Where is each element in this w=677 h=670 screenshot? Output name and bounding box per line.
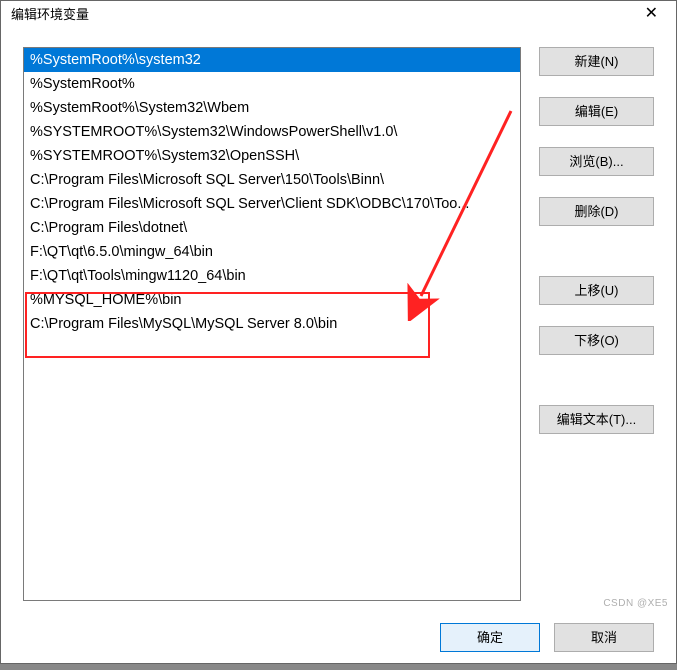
new-button[interactable]: 新建(N): [539, 47, 654, 76]
env-var-dialog: 编辑环境变量 ✕ %SystemRoot%\system32 %SystemRo…: [0, 0, 677, 664]
list-item[interactable]: %SystemRoot%\System32\Wbem: [24, 96, 520, 120]
list-item[interactable]: F:\QT\qt\Tools\mingw1120_64\bin: [24, 264, 520, 288]
cancel-button[interactable]: 取消: [554, 623, 654, 652]
dialog-title: 编辑环境变量: [11, 4, 89, 23]
list-item[interactable]: %SYSTEMROOT%\System32\WindowsPowerShell\…: [24, 120, 520, 144]
dialog-footer: 确定 取消: [1, 611, 676, 670]
list-item[interactable]: C:\Program Files\dotnet\: [24, 216, 520, 240]
move-up-button[interactable]: 上移(U): [539, 276, 654, 305]
list-item[interactable]: C:\Program Files\MySQL\MySQL Server 8.0\…: [24, 312, 520, 336]
list-item[interactable]: F:\QT\qt\6.5.0\mingw_64\bin: [24, 240, 520, 264]
path-listbox[interactable]: %SystemRoot%\system32 %SystemRoot% %Syst…: [23, 47, 521, 601]
move-down-button[interactable]: 下移(O): [539, 326, 654, 355]
watermark: CSDN @XE5: [603, 598, 668, 609]
close-icon[interactable]: ✕: [637, 1, 666, 25]
browse-button[interactable]: 浏览(B)...: [539, 147, 654, 176]
dialog-content: %SystemRoot%\system32 %SystemRoot% %Syst…: [1, 25, 676, 611]
title-bar: 编辑环境变量 ✕: [1, 1, 676, 25]
edit-button[interactable]: 编辑(E): [539, 97, 654, 126]
list-item[interactable]: %SystemRoot%\system32: [24, 48, 520, 72]
ok-button[interactable]: 确定: [440, 623, 540, 652]
list-item[interactable]: %MYSQL_HOME%\bin: [24, 288, 520, 312]
list-item[interactable]: C:\Program Files\Microsoft SQL Server\15…: [24, 168, 520, 192]
button-sidebar: 新建(N) 编辑(E) 浏览(B)... 删除(D) 上移(U) 下移(O) 编…: [539, 47, 654, 601]
list-item[interactable]: C:\Program Files\Microsoft SQL Server\Cl…: [24, 192, 520, 216]
list-item[interactable]: %SystemRoot%: [24, 72, 520, 96]
delete-button[interactable]: 删除(D): [539, 197, 654, 226]
list-item[interactable]: %SYSTEMROOT%\System32\OpenSSH\: [24, 144, 520, 168]
edit-text-button[interactable]: 编辑文本(T)...: [539, 405, 654, 434]
